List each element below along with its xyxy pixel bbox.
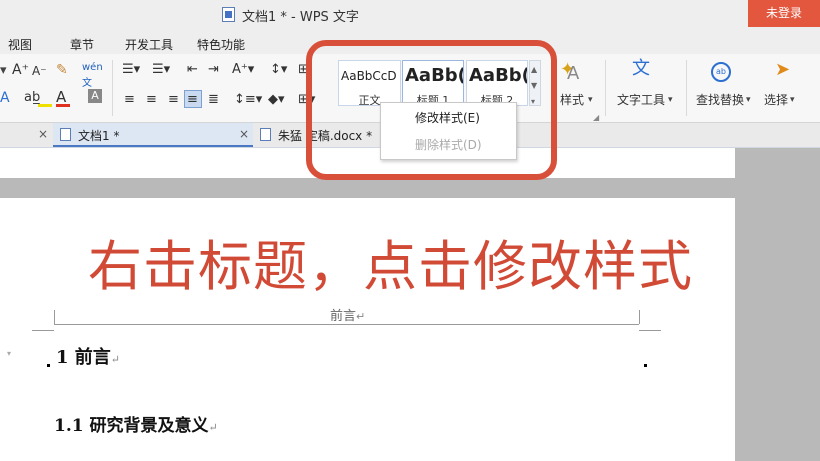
menu-tab-developer-tools[interactable]: 开发工具 [125, 36, 173, 53]
text-tools-button[interactable]: 文字工具 [617, 92, 665, 108]
outline-collapse-icon[interactable]: ▾ [7, 349, 11, 358]
menu-tab-special-features[interactable]: 特色功能 [197, 36, 245, 53]
select-button[interactable]: 选择 [764, 92, 788, 108]
paragraph-marker [47, 364, 50, 367]
char-shading-icon[interactable]: A [88, 89, 102, 103]
styles-dropdown[interactable]: 样式 [560, 92, 584, 108]
margin-corner-mark [639, 330, 661, 331]
window-title: 文档1 * - WPS 文字 [242, 10, 359, 25]
header-text-content: 前言 [330, 309, 357, 324]
text-effect-icon[interactable]: A [0, 90, 10, 106]
select-chevron-icon: ▾ [790, 95, 795, 105]
highlight-frame [306, 40, 557, 180]
phonetic-guide-icon[interactable]: wén 文 [82, 60, 103, 92]
heading-1-text: 1 前言 [56, 347, 111, 368]
styles-dropdown-chevron-icon: ▾ [588, 95, 593, 105]
heading-1[interactable]: 1 前言↵ [56, 343, 120, 369]
heading-2-text: 1.1 研究背景及意义 [54, 416, 209, 436]
tab-close-icon[interactable]: × [239, 127, 249, 141]
margin-corner-mark [54, 310, 55, 324]
font-grow-icon[interactable]: A⁺ [12, 62, 29, 78]
highlight-color-swatch [38, 104, 52, 107]
shading-icon[interactable]: ◆▾ [268, 92, 285, 108]
text-tools-chevron-icon: ▾ [668, 95, 673, 105]
sort-icon[interactable]: ↕▾ [270, 62, 287, 78]
ribbon-separator [112, 60, 113, 116]
select-cursor-icon[interactable]: ➤ [775, 61, 790, 79]
line-spacing-icon[interactable]: ↕≡▾ [234, 92, 262, 108]
paragraph-mark-icon: ↵ [356, 310, 366, 323]
tutorial-annotation: 右击标题，点击修改样式 [88, 235, 693, 298]
change-case-icon[interactable]: A⁺▾ [232, 62, 254, 78]
find-replace-icon[interactable]: ab [711, 62, 731, 82]
login-button[interactable]: 未登录 [748, 0, 820, 27]
font-color-swatch [56, 104, 70, 107]
ribbon-separator [686, 60, 687, 116]
increase-indent-icon[interactable]: ⇥ [208, 62, 219, 78]
heading-2[interactable]: 1.1 研究背景及意义↵ [54, 411, 218, 436]
styles-big-icon: A [567, 63, 580, 84]
font-shrink-icon[interactable]: A⁻ [32, 63, 47, 79]
title-bar [0, 0, 820, 30]
decrease-indent-icon[interactable]: ⇤ [187, 62, 198, 78]
align-left-icon[interactable]: ≡ [124, 92, 135, 108]
numbering-icon[interactable]: ☰▾ [152, 62, 170, 78]
distributed-align-icon[interactable]: ≣ [208, 92, 219, 108]
align-right-icon[interactable]: ≡ [168, 92, 179, 108]
paragraph-mark-icon: ↵ [110, 353, 121, 366]
font-color-icon[interactable]: A [56, 89, 66, 105]
find-replace-button[interactable]: 查找替换 [696, 92, 744, 108]
tab-close-icon[interactable]: × [38, 127, 48, 141]
text-tools-icon[interactable]: 文 [632, 60, 650, 78]
paragraph-marker [644, 364, 647, 367]
find-replace-chevron-icon: ▾ [746, 95, 751, 105]
document-tab-icon [260, 128, 271, 141]
ribbon-separator [605, 60, 606, 116]
header-divider [54, 324, 639, 325]
document-tab-label: 文档1 * [78, 129, 120, 143]
document-tab-icon [60, 128, 71, 141]
menu-tab-view[interactable]: 视图 [8, 36, 32, 53]
margin-corner-mark [639, 310, 640, 324]
paragraph-mark-icon: ↵ [208, 421, 218, 434]
font-case-icon[interactable]: ▾ [0, 63, 7, 79]
bullets-icon[interactable]: ☰▾ [122, 62, 140, 78]
wps-document-icon [222, 7, 235, 22]
justify-icon: ≡ [187, 92, 198, 107]
page-header-text[interactable]: 前言↵ [330, 305, 365, 324]
menu-tab-section[interactable]: 章节 [70, 36, 94, 53]
align-center-icon[interactable]: ≡ [146, 92, 157, 108]
margin-corner-mark [32, 330, 54, 331]
clear-format-icon[interactable]: ✎ [56, 62, 68, 78]
